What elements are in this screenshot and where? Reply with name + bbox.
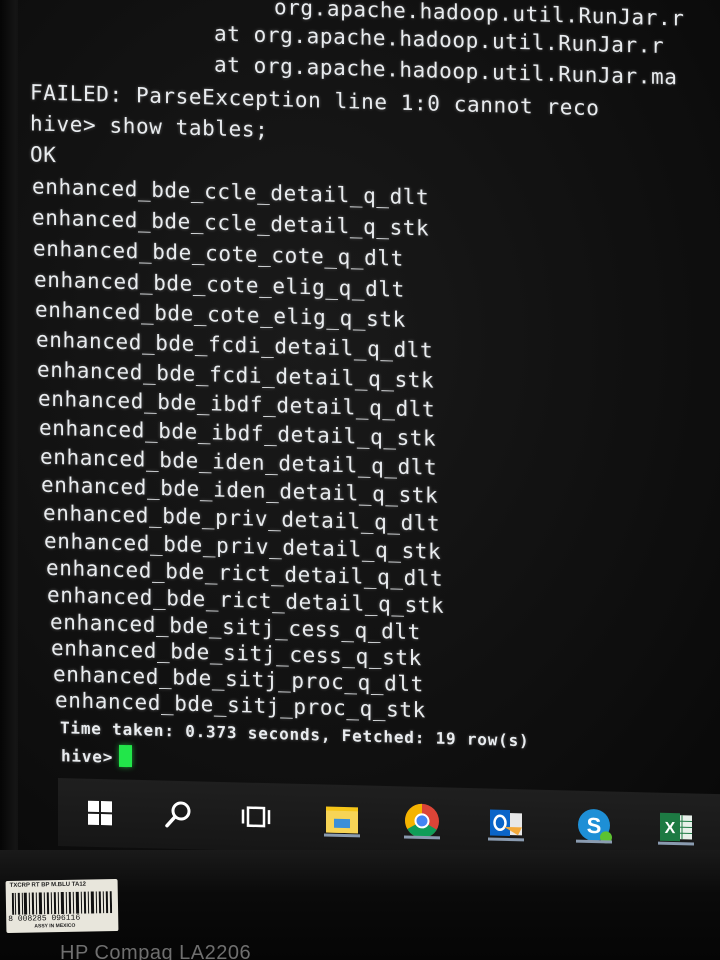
table-name-line: enhanced_bde_cote_cote_q_dlt [33,236,404,271]
skype-for-business-icon[interactable]: S [572,803,616,848]
barcode-image [11,891,113,915]
table-name-line: enhanced_bde_fcdi_detail_q_dlt [36,327,434,363]
monitor-photo: org.apache.hadoop.util.RunJar.r at org.a… [0,0,720,960]
svg-text:X: X [665,820,676,837]
file-explorer-icon[interactable] [320,796,364,841]
table-name-line: enhanced_bde_cote_elig_q_stk [35,297,406,332]
chrome-icon[interactable] [400,798,444,843]
serial-sticker: TXCRP RT BP M.BLU TA12 8 008285 096116 A… [5,879,119,933]
table-name-line: enhanced_bde_ccle_detail_q_stk [32,205,430,241]
terminal-line: OK [30,142,57,168]
terminal-window[interactable]: org.apache.hadoop.util.RunJar.r at org.a… [18,0,720,800]
hive-prompt-line[interactable]: hive> [61,743,133,768]
terminal-line: hive> show tables; [30,111,269,142]
monitor-screen: org.apache.hadoop.util.RunJar.r at org.a… [18,0,720,850]
search-icon[interactable] [156,792,200,837]
monitor-brand-label: HP Compaq LA2206 [60,942,252,960]
text-cursor [119,744,133,768]
table-name-line: enhanced_bde_ccle_detail_q_dlt [32,174,430,210]
windows-start-icon[interactable] [78,790,122,835]
assembly-origin: ASSY IN MEXICO [34,922,76,930]
sticker-code: TXCRP RT BP M.BLU TA12 [9,881,87,889]
excel-icon[interactable]: X [654,805,698,850]
outlook-icon[interactable] [484,800,528,845]
svg-text:S: S [587,813,602,838]
table-name-line: enhanced_bde_cote_elig_q_dlt [34,267,405,302]
hive-prompt: hive> [61,746,114,767]
task-view-icon[interactable] [234,794,278,839]
